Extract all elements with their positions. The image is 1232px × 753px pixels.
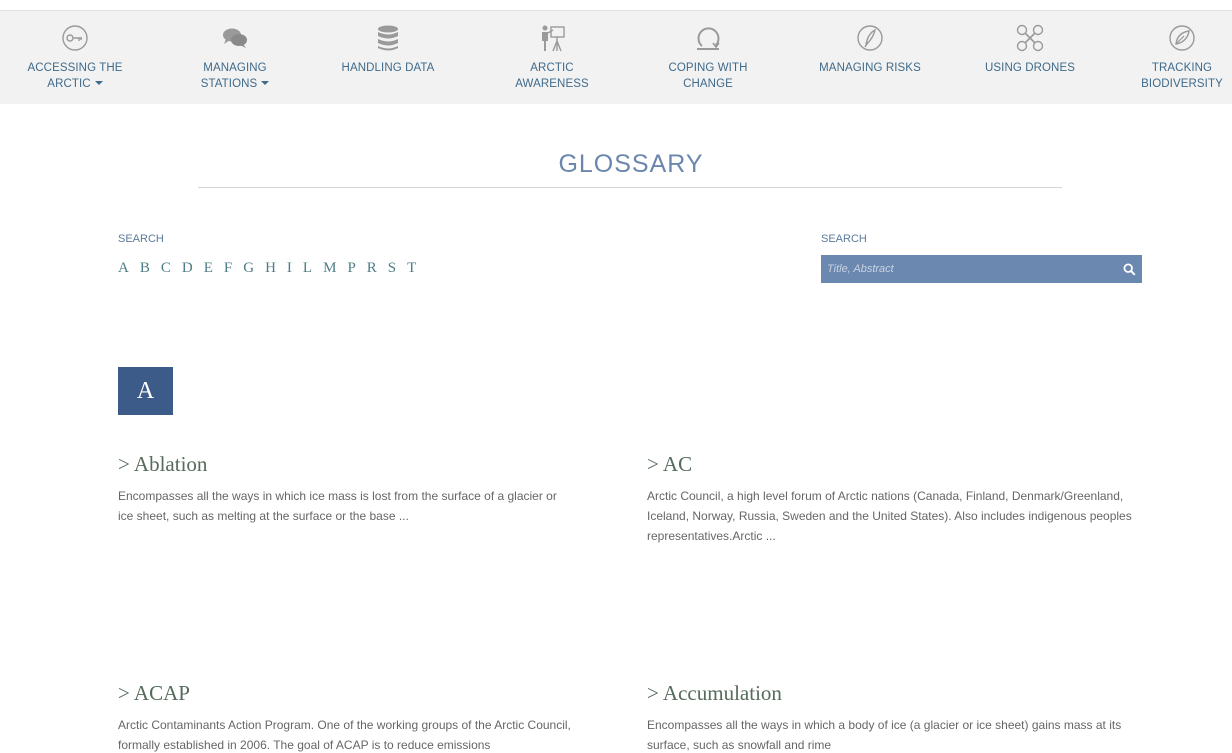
top-navigation: ACCESSING THE ARCTIC MANAGING STATIONS H… — [0, 10, 1232, 104]
entry-title-link[interactable]: > AC — [647, 452, 1147, 476]
letter-link-r[interactable]: R — [367, 260, 378, 277]
letter-link-l[interactable]: L — [303, 260, 313, 277]
entry-excerpt: Encompasses all the ways in which ice ma… — [118, 489, 557, 523]
nav-managing-risks[interactable]: MANAGING RISKS — [800, 11, 940, 105]
nav-label-line1: ACCESSING THE — [27, 62, 123, 74]
letter-link-g[interactable]: G — [243, 260, 254, 277]
database-icon — [378, 25, 398, 51]
nav-label-line1: ARCTIC — [530, 62, 574, 74]
title-divider — [198, 187, 1062, 188]
nav-label-line2: BIODIVERSITY — [1141, 78, 1223, 90]
alphabet-filter: A B C D E F G H I L M P R S T — [118, 260, 427, 277]
entry-excerpt: Encompasses all the ways in which a body… — [647, 718, 1122, 752]
nav-label-line1: MANAGING RISKS — [819, 62, 921, 74]
drone-icon — [1016, 24, 1044, 52]
glossary-entry: > Ablation Encompasses all the ways in w… — [118, 452, 558, 526]
nav-label-line2: STATIONS — [200, 78, 258, 90]
nav-label-line1: COPING WITH — [668, 62, 748, 74]
nav-label-line1: MANAGING — [203, 62, 267, 74]
entry-title-link[interactable]: > Ablation — [118, 452, 558, 476]
search-button[interactable] — [1116, 255, 1142, 283]
nav-coping-with-change[interactable]: COPING WITH CHANGE — [643, 11, 773, 105]
chat-bubbles-icon — [223, 28, 247, 48]
search-input[interactable] — [821, 255, 1116, 283]
entry-excerpt: Arctic Council, a high level forum of Ar… — [647, 489, 1132, 543]
letter-link-b[interactable]: B — [140, 260, 151, 277]
nav-label-line1: TRACKING — [1151, 62, 1213, 74]
caret-down-icon — [261, 81, 270, 85]
glossary-entry: > ACAP Arctic Contaminants Action Progra… — [118, 681, 578, 753]
text-search-label: SEARCH — [821, 233, 867, 245]
letter-link-p[interactable]: P — [347, 260, 356, 277]
search-icon — [1122, 262, 1136, 276]
letter-link-s[interactable]: S — [388, 260, 397, 277]
cycle-icon — [697, 27, 720, 50]
nav-label-line1: USING DRONES — [984, 62, 1076, 74]
key-icon — [62, 25, 88, 51]
nav-label-line2: AWARENESS — [515, 78, 589, 90]
letter-link-f[interactable]: F — [224, 260, 233, 277]
letter-link-h[interactable]: H — [265, 260, 276, 277]
letter-link-i[interactable]: I — [287, 260, 293, 277]
alphabet-search-label: SEARCH — [118, 233, 164, 245]
letter-link-m[interactable]: M — [323, 260, 337, 277]
caret-down-icon — [94, 81, 103, 85]
section-letter-badge: A — [118, 367, 173, 415]
letter-link-e[interactable]: E — [204, 260, 214, 277]
search-box — [821, 255, 1142, 283]
nav-label-line2: CHANGE — [683, 78, 733, 90]
letter-link-d[interactable]: D — [182, 260, 193, 277]
nav-label-line1: HANDLING DATA — [341, 62, 435, 74]
leaf-circle-icon — [1169, 25, 1195, 51]
presenter-icon — [542, 25, 565, 52]
glossary-entry: > AC Arctic Council, a high level forum … — [647, 452, 1147, 546]
nav-tracking-biodiversity[interactable]: TRACKING BIODIVERSITY — [1117, 11, 1232, 105]
feather-circle-icon — [857, 25, 883, 51]
nav-using-drones[interactable]: USING DRONES — [960, 11, 1100, 105]
glossary-entry: > Accumulation Encompasses all the ways … — [647, 681, 1147, 753]
letter-link-t[interactable]: T — [407, 260, 417, 277]
nav-accessing-the-arctic[interactable]: ACCESSING THE ARCTIC — [10, 11, 140, 105]
page-title: GLOSSARY — [558, 150, 704, 178]
nav-managing-stations[interactable]: MANAGING STATIONS — [170, 11, 300, 105]
nav-arctic-awareness[interactable]: ARCTIC AWARENESS — [487, 11, 617, 105]
nav-label-line2: ARCTIC — [47, 78, 91, 90]
letter-link-a[interactable]: A — [118, 260, 129, 277]
nav-handling-data[interactable]: HANDLING DATA — [323, 11, 453, 105]
entry-title-link[interactable]: > Accumulation — [647, 681, 1147, 705]
entry-excerpt: Arctic Contaminants Action Program. One … — [118, 718, 571, 752]
entry-title-link[interactable]: > ACAP — [118, 681, 578, 705]
letter-link-c[interactable]: C — [161, 260, 172, 277]
